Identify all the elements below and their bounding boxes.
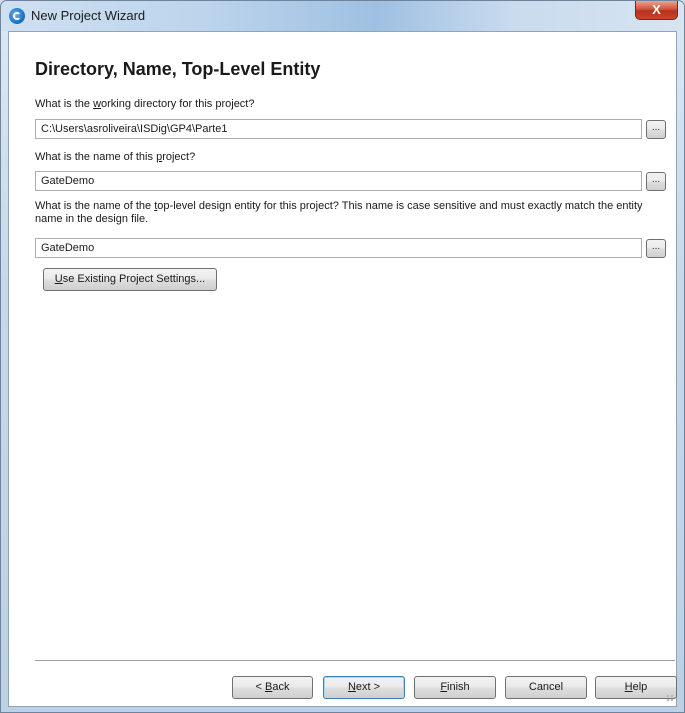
browse-directory-button[interactable]: ... bbox=[646, 120, 666, 139]
browse-entity-button[interactable]: ... bbox=[646, 239, 666, 258]
use-existing-settings-button[interactable]: Use Existing Project Settings... bbox=[43, 268, 217, 291]
directory-label: What is the working directory for this p… bbox=[35, 98, 255, 110]
back-button[interactable]: < Back bbox=[232, 676, 313, 699]
title-bar[interactable]: New Project Wizard X bbox=[1, 1, 684, 31]
window-title: New Project Wizard bbox=[31, 8, 146, 23]
page-title: Directory, Name, Top-Level Entity bbox=[35, 59, 321, 79]
wizard-window: New Project Wizard X Directory, Name, To… bbox=[0, 0, 685, 713]
app-icon bbox=[9, 8, 25, 24]
project-name-label: What is the name of this project? bbox=[35, 151, 196, 163]
directory-input[interactable]: C:\Users\asroliveira\ISDig\GP4\Parte1 bbox=[35, 119, 642, 139]
help-button[interactable]: Help bbox=[595, 676, 677, 699]
next-button[interactable]: Next > bbox=[323, 676, 405, 699]
footer-separator bbox=[35, 660, 675, 661]
top-level-entity-label: What is the name of the top-level design… bbox=[35, 200, 643, 225]
finish-button[interactable]: Finish bbox=[414, 676, 496, 699]
cancel-button[interactable]: Cancel bbox=[505, 676, 587, 699]
resize-grip-icon[interactable] bbox=[666, 694, 674, 702]
project-name-input[interactable]: GateDemo bbox=[35, 171, 642, 191]
top-level-entity-input[interactable]: GateDemo bbox=[35, 238, 642, 258]
close-button[interactable]: X bbox=[635, 1, 678, 20]
browse-name-button[interactable]: ... bbox=[646, 172, 666, 191]
